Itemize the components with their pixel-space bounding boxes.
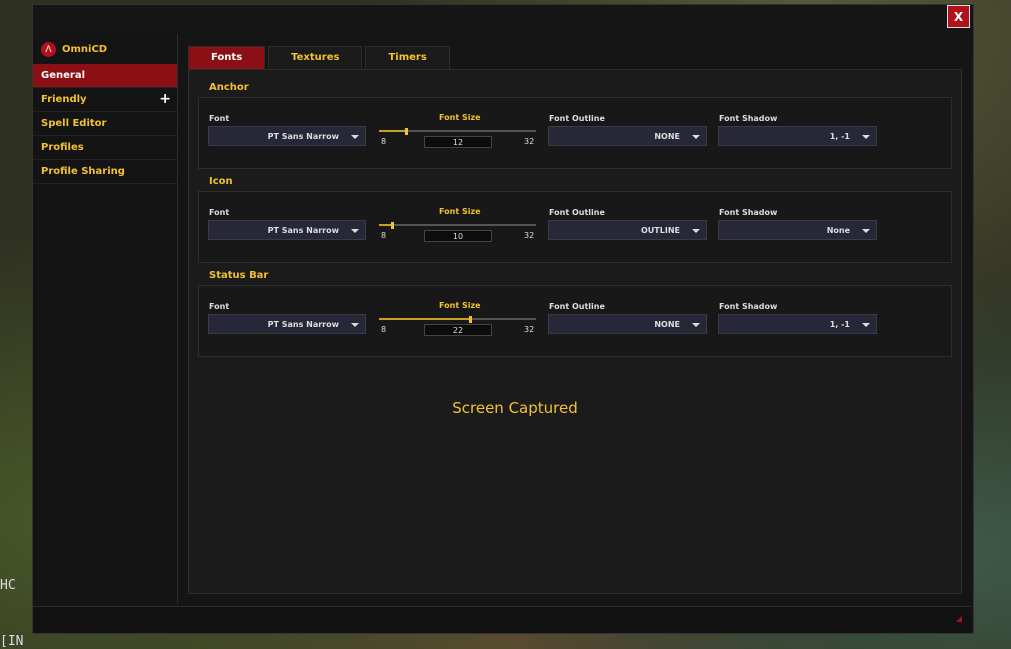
font-shadow-value: 1, -1 bbox=[829, 132, 850, 141]
background-text-hc: HC bbox=[0, 578, 16, 593]
omnicd-logo-icon: Λ bbox=[41, 42, 56, 57]
font-shadow-dropdown[interactable]: 1, -1 bbox=[718, 314, 877, 334]
font-outline-label: Font Outline bbox=[549, 208, 605, 217]
tab-fonts[interactable]: Fonts bbox=[188, 46, 266, 70]
sidebar-item-general[interactable]: General bbox=[33, 64, 177, 88]
font-outline-value: NONE bbox=[654, 132, 680, 141]
font-size-input[interactable]: 10 bbox=[424, 230, 492, 242]
app-name: OmniCD bbox=[62, 44, 108, 55]
font-value: PT Sans Narrow bbox=[267, 132, 339, 141]
font-size-max: 32 bbox=[524, 137, 535, 146]
font-size-input[interactable]: 12 bbox=[424, 136, 492, 148]
section-title-icon: Icon bbox=[209, 176, 233, 187]
sidebar-item-label: Profile Sharing bbox=[41, 166, 125, 177]
font-label: Font bbox=[209, 302, 230, 311]
font-outline-value: OUTLINE bbox=[641, 226, 680, 235]
font-shadow-dropdown[interactable]: 1, -1 bbox=[718, 126, 877, 146]
font-outline-label: Font Outline bbox=[549, 114, 605, 123]
tab-timers[interactable]: Timers bbox=[365, 46, 450, 70]
chevron-down-icon bbox=[351, 229, 359, 233]
screen-captured-message: Screen Captured bbox=[452, 399, 578, 417]
font-outline-dropdown[interactable]: NONE bbox=[548, 126, 707, 146]
chevron-down-icon bbox=[351, 135, 359, 139]
font-size-slider-thumb[interactable] bbox=[469, 316, 472, 323]
font-shadow-label: Font Shadow bbox=[719, 302, 778, 311]
sidebar-item-spell-editor[interactable]: Spell Editor bbox=[33, 112, 177, 136]
app-logo: Λ OmniCD bbox=[41, 42, 107, 57]
font-size-slider-fill bbox=[379, 318, 470, 320]
font-size-input[interactable]: 22 bbox=[424, 324, 492, 336]
sidebar-item-label: Profiles bbox=[41, 142, 84, 153]
font-size-max: 32 bbox=[524, 231, 535, 240]
background-text-in: [IN bbox=[0, 634, 24, 649]
font-size-slider-thumb[interactable] bbox=[405, 128, 408, 135]
close-button[interactable]: X bbox=[947, 5, 970, 28]
font-dropdown[interactable]: PT Sans Narrow bbox=[208, 126, 366, 146]
sidebar: Λ OmniCD General Friendly + Spell Editor… bbox=[33, 34, 178, 604]
font-label: Font bbox=[209, 208, 230, 217]
font-label: Font bbox=[209, 114, 230, 123]
expand-plus-icon[interactable]: + bbox=[159, 88, 171, 111]
font-shadow-label: Font Shadow bbox=[719, 114, 778, 123]
font-outline-value: NONE bbox=[654, 320, 680, 329]
sidebar-item-label: Spell Editor bbox=[41, 118, 107, 129]
font-size-slider-fill bbox=[379, 130, 406, 132]
sidebar-item-friendly[interactable]: Friendly + bbox=[33, 88, 177, 112]
font-size-min: 8 bbox=[381, 137, 387, 146]
chevron-down-icon bbox=[862, 229, 870, 233]
chevron-down-icon bbox=[692, 229, 700, 233]
resize-grip-icon[interactable] bbox=[956, 616, 962, 622]
sidebar-nav: General Friendly + Spell Editor Profiles… bbox=[33, 64, 177, 184]
tab-textures[interactable]: Textures bbox=[268, 46, 363, 70]
font-size-min: 8 bbox=[381, 231, 387, 240]
sidebar-item-label: Friendly bbox=[41, 94, 87, 105]
tab-bar: Fonts Textures Timers bbox=[188, 46, 450, 70]
font-size-slider[interactable] bbox=[379, 224, 536, 226]
font-value: PT Sans Narrow bbox=[267, 226, 339, 235]
font-size-slider-thumb[interactable] bbox=[391, 222, 394, 229]
sidebar-item-profiles[interactable]: Profiles bbox=[33, 136, 177, 160]
font-dropdown[interactable]: PT Sans Narrow bbox=[208, 314, 366, 334]
section-title-status-bar: Status Bar bbox=[209, 270, 269, 281]
font-value: PT Sans Narrow bbox=[267, 320, 339, 329]
font-size-label: Font Size bbox=[439, 113, 481, 122]
chevron-down-icon bbox=[862, 135, 870, 139]
font-size-min: 8 bbox=[381, 325, 387, 334]
chevron-down-icon bbox=[862, 323, 870, 327]
section-title-anchor: Anchor bbox=[209, 82, 249, 93]
font-outline-dropdown[interactable]: OUTLINE bbox=[548, 220, 707, 240]
font-size-label: Font Size bbox=[439, 207, 481, 216]
font-dropdown[interactable]: PT Sans Narrow bbox=[208, 220, 366, 240]
font-size-label: Font Size bbox=[439, 301, 481, 310]
chevron-down-icon bbox=[351, 323, 359, 327]
font-outline-dropdown[interactable]: NONE bbox=[548, 314, 707, 334]
chevron-down-icon bbox=[692, 323, 700, 327]
font-shadow-value: 1, -1 bbox=[829, 320, 850, 329]
sidebar-item-profile-sharing[interactable]: Profile Sharing bbox=[33, 160, 177, 184]
chevron-down-icon bbox=[692, 135, 700, 139]
font-outline-label: Font Outline bbox=[549, 302, 605, 311]
font-shadow-value: None bbox=[826, 226, 850, 235]
font-shadow-dropdown[interactable]: None bbox=[718, 220, 877, 240]
font-shadow-label: Font Shadow bbox=[719, 208, 778, 217]
window-footer bbox=[33, 606, 971, 633]
sidebar-item-label: General bbox=[41, 70, 85, 81]
font-size-max: 32 bbox=[524, 325, 535, 334]
